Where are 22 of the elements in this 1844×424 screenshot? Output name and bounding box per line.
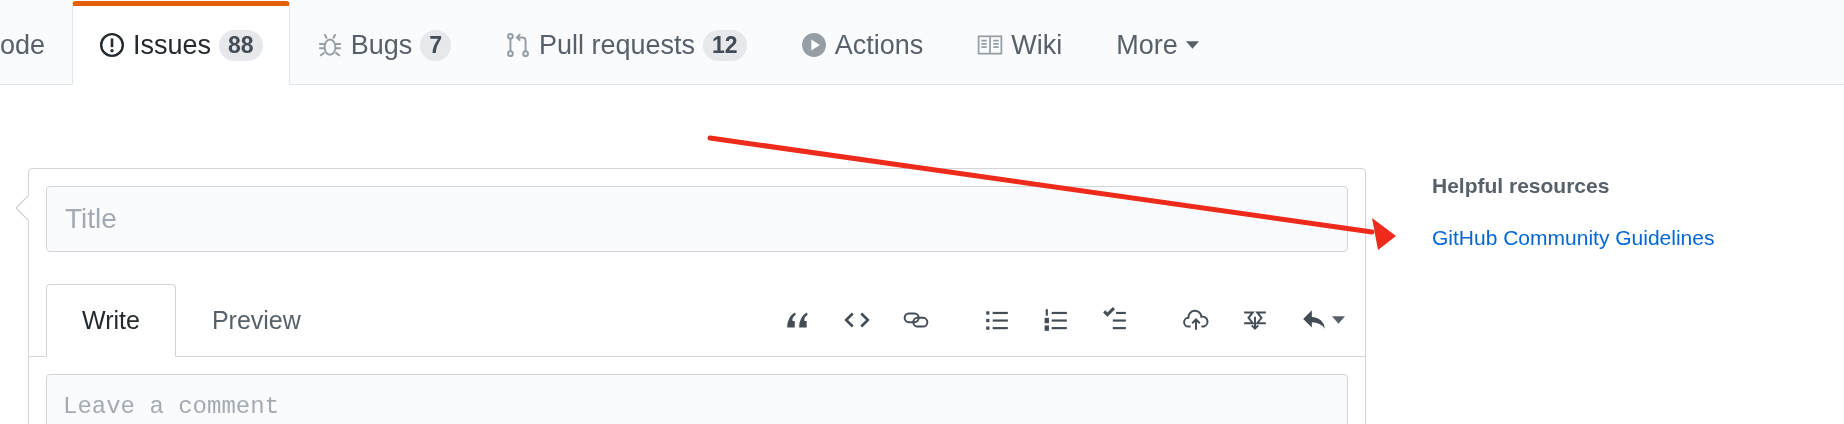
- nav-tab[interactable]: Bugs 7: [289, 1, 478, 85]
- comment-field[interactable]: Leave a comment: [46, 374, 1348, 424]
- upload-icon[interactable]: [1183, 307, 1209, 333]
- caret-icon: [1332, 316, 1345, 324]
- editor-tab[interactable]: Preview: [175, 284, 337, 357]
- book-icon: [977, 32, 1004, 58]
- pull-request-icon: [505, 32, 531, 58]
- numbered-list-icon[interactable]: [1043, 307, 1069, 333]
- nav-tab[interactable]: Actions: [773, 1, 951, 85]
- issue-icon: [99, 32, 125, 58]
- guidelines-link[interactable]: GitHub Community Guidelines: [1432, 226, 1715, 250]
- play-icon: [800, 32, 827, 58]
- title-field[interactable]: Title: [46, 186, 1348, 252]
- nav-tab[interactable]: Pull requests 12: [478, 1, 774, 85]
- nav-tab[interactable]: Wiki: [950, 1, 1090, 85]
- nav-tab[interactable]: More: [1089, 1, 1226, 85]
- nav-tab[interactable]: Issues 88: [72, 1, 290, 85]
- caret-icon: [1185, 41, 1199, 49]
- nav-tab[interactable]: ode: [0, 1, 72, 85]
- sidebar-heading: Helpful resources: [1432, 174, 1611, 198]
- bug-icon: [316, 32, 343, 58]
- editor-tab[interactable]: Write: [46, 284, 176, 357]
